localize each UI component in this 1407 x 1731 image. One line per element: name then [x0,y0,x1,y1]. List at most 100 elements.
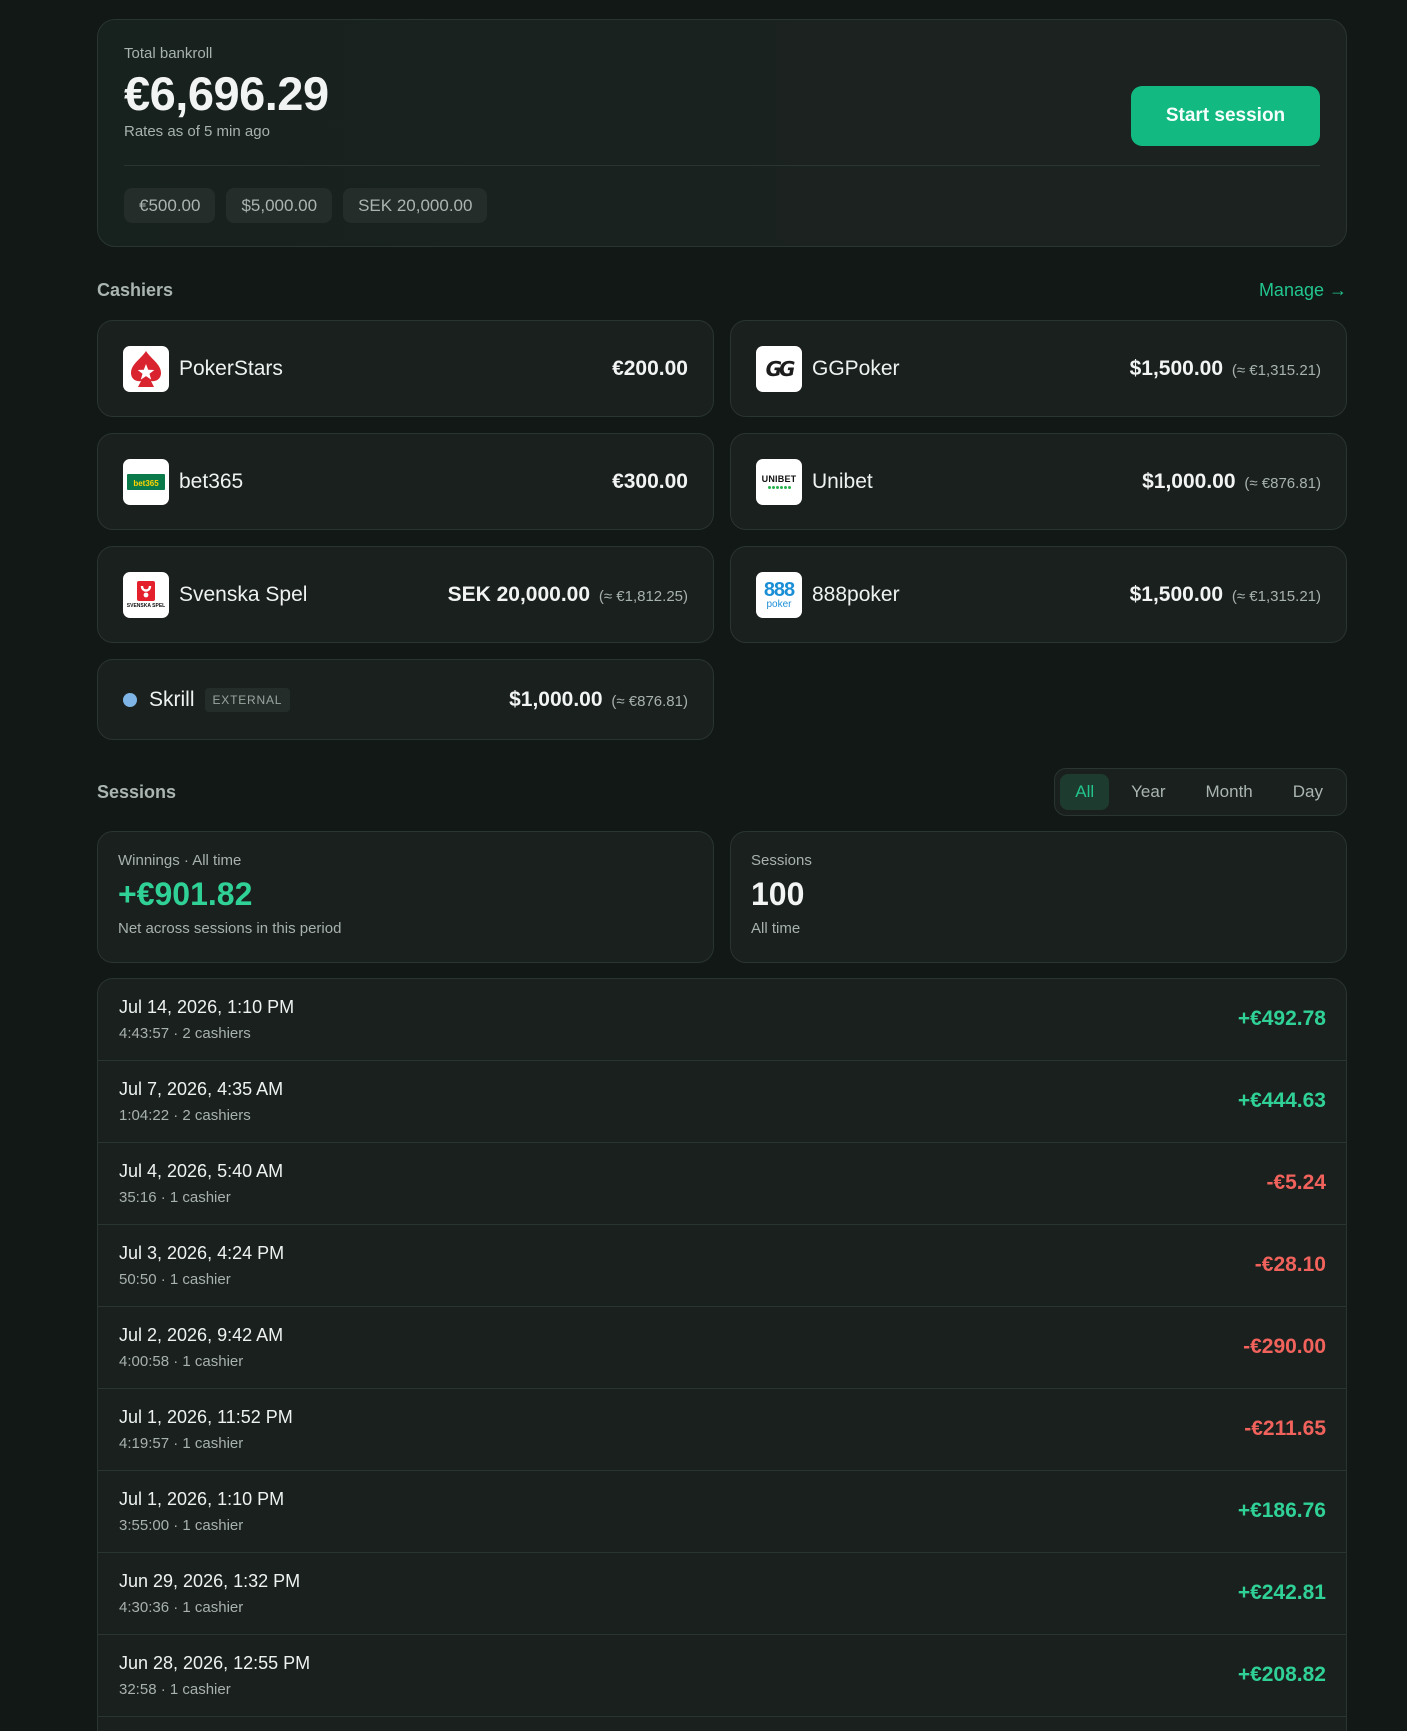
currency-balances: €500.00 $5,000.00 SEK 20,000.00 [124,188,488,223]
external-badge: EXTERNAL [204,687,291,712]
session-meta: 4:00:58 · 1 cashier [119,1353,244,1370]
cashier-approx: (≈ €1,315.21) [1231,587,1321,605]
cashier-approx: (≈ €1,315.21) [1231,361,1321,379]
session-meta: 32:58 · 1 cashier [119,1681,231,1698]
session-meta: 50:50 · 1 cashier [119,1271,231,1288]
dashboard: Total bankroll €6,696.29 Rates as of 5 m… [97,19,1347,1731]
session-row[interactable]: Jun 29, 2026, 1:32 PM 4:30:36 · 1 cashie… [98,1553,1346,1635]
cashier-name: Svenska Spel [179,582,308,606]
ggpoker-logo: GG [756,345,802,392]
cashier-amount: $1,000.00 (≈ €876.81) [1142,470,1321,494]
session-result: +€208.82 [1237,1663,1326,1686]
cashier-card-ggpoker[interactable]: GG GGPoker $1,500.00 (≈ €1,315.21) [730,320,1347,417]
session-date: Jul 7, 2026, 4:35 AM [119,1079,284,1099]
cashier-card-pokerstars[interactable]: PokerStars €200.00 [97,320,714,417]
cashier-amount: SEK 20,000.00 (≈ €1,812.25) [448,583,688,607]
sessions-title: Sessions [97,782,177,802]
session-row[interactable]: Jul 7, 2026, 4:35 AM 1:04:22 · 2 cashier… [98,1061,1346,1143]
tab-month[interactable]: Month [1188,774,1271,810]
cashier-amount: $1,500.00 (≈ €1,315.21) [1130,357,1321,381]
cashier-card-svenska-spel[interactable]: SVENSKA SPEL Svenska Spel SEK 20,000.00 … [97,546,714,643]
sessions-count-sub: All time [751,920,801,937]
session-meta: 4:30:36 · 1 cashier [119,1599,244,1616]
session-date: Jul 1, 2026, 1:10 PM [119,1489,285,1509]
cashier-balance: €200.00 [612,356,688,380]
balance-chip-sek: SEK 20,000.00 [343,188,488,223]
session-row[interactable]: Jun 28, 2026, 12:55 PM 32:58 · 1 cashier… [98,1635,1346,1717]
cashier-balance: $1,500.00 [1129,356,1224,380]
cashier-amount: €300.00 [612,470,688,494]
bankroll-card: Total bankroll €6,696.29 Rates as of 5 m… [97,19,1347,247]
cashier-balance: €300.00 [612,469,688,493]
balance-chip-eur: €500.00 [124,188,216,223]
cashier-balance: $1,000.00 [509,687,603,711]
session-stats: Winnings · All time +€901.82 Net across … [97,831,1347,963]
cashier-card-bet365[interactable]: bet365 bet365 €300.00 [97,433,714,530]
888poker-logo-number: 888 [763,578,795,601]
sessions-count-label: Sessions [751,852,812,869]
session-result: +€492.78 [1237,1007,1326,1030]
cashiers-header: Cashiers Manage → [97,280,1347,310]
balance-chip-usd: $5,000.00 [226,188,333,223]
start-session-button[interactable]: Start session [1131,86,1320,146]
sessions-count-card: Sessions 100 All time [730,831,1347,963]
svenska-spel-logo: SVENSKA SPEL [123,571,169,618]
session-list: Jul 14, 2026, 1:10 PM 4:43:57 · 2 cashie… [97,978,1347,1731]
cashier-name: 888poker [812,582,900,606]
session-row[interactable]: Jul 1, 2026, 1:10 PM 3:55:00 · 1 cashier… [98,1471,1346,1553]
session-row-partial[interactable] [98,1717,1346,1731]
888poker-logo: 888 poker [756,571,802,618]
cashier-amount: €200.00 [612,357,688,381]
session-result: +€444.63 [1237,1089,1326,1112]
session-row[interactable]: Jul 14, 2026, 1:10 PM 4:43:57 · 2 cashie… [98,979,1346,1061]
session-date: Jul 4, 2026, 5:40 AM [119,1161,284,1181]
session-date: Jul 2, 2026, 9:42 AM [119,1325,284,1345]
winnings-sub: Net across sessions in this period [118,920,342,937]
cashier-card-unibet[interactable]: UNIBET Unibet $1,000.00 (≈ €876.81) [730,433,1347,530]
bankroll-divider [124,165,1320,166]
session-result: +€186.76 [1237,1499,1326,1522]
cashier-name: PokerStars [179,356,283,380]
cashier-card-skrill[interactable]: Skrill EXTERNAL $1,000.00 (≈ €876.81) [97,659,714,740]
session-result: -€28.10 [1254,1253,1326,1276]
session-meta: 4:19:57 · 1 cashier [119,1435,244,1452]
winnings-label: Winnings · All time [118,852,242,869]
session-result: -€290.00 [1243,1335,1326,1358]
session-row[interactable]: Jul 3, 2026, 4:24 PM 50:50 · 1 cashier -… [98,1225,1346,1307]
tab-year[interactable]: Year [1113,774,1183,810]
cashier-card-888poker[interactable]: 888 poker 888poker $1,500.00 (≈ €1,315.2… [730,546,1347,643]
cashier-name: Skrill [149,687,195,711]
session-meta: 35:16 · 1 cashier [119,1189,231,1206]
cashier-amount: $1,500.00 (≈ €1,315.21) [1130,583,1321,607]
winnings-card: Winnings · All time +€901.82 Net across … [97,831,714,963]
session-row[interactable]: Jul 2, 2026, 9:42 AM 4:00:58 · 1 cashier… [98,1307,1346,1389]
session-meta: 1:04:22 · 2 cashiers [119,1107,251,1124]
session-date: Jun 28, 2026, 12:55 PM [119,1653,311,1673]
session-meta: 4:43:57 · 2 cashiers [119,1025,251,1042]
session-row[interactable]: Jul 4, 2026, 5:40 AM 35:16 · 1 cashier -… [98,1143,1346,1225]
bet365-logo-text: bet365 [133,478,159,488]
tab-all[interactable]: All [1060,774,1110,810]
cashier-name: Unibet [812,469,873,493]
cashier-name: GGPoker [812,356,900,380]
unibet-logo: UNIBET [756,458,802,505]
888poker-logo-word: poker [766,598,792,610]
status-dot-icon [123,692,137,707]
cashier-grid: PokerStars €200.00 GG GGPoker $1,500.00 … [97,320,1347,740]
tab-day[interactable]: Day [1275,774,1341,810]
period-tabs: All Year Month Day [1054,768,1347,816]
winnings-value: +€901.82 [118,876,253,912]
cashier-balance: $1,000.00 [1142,469,1236,493]
cashier-approx: (≈ €876.81) [611,692,688,710]
bankroll-label: Total bankroll [124,45,213,62]
pokerstars-logo [123,345,169,392]
ggpoker-logo-text: GG [765,356,796,381]
cashiers-title: Cashiers [97,280,174,300]
session-date: Jul 14, 2026, 1:10 PM [119,997,295,1017]
manage-cashiers-link[interactable]: Manage → [1259,280,1347,301]
session-meta: 3:55:00 · 1 cashier [119,1517,244,1534]
session-result: +€242.81 [1237,1581,1326,1604]
cashier-amount: $1,000.00 (≈ €876.81) [509,688,688,712]
session-row[interactable]: Jul 1, 2026, 11:52 PM 4:19:57 · 1 cashie… [98,1389,1346,1471]
cashier-approx: (≈ €1,812.25) [598,587,688,605]
